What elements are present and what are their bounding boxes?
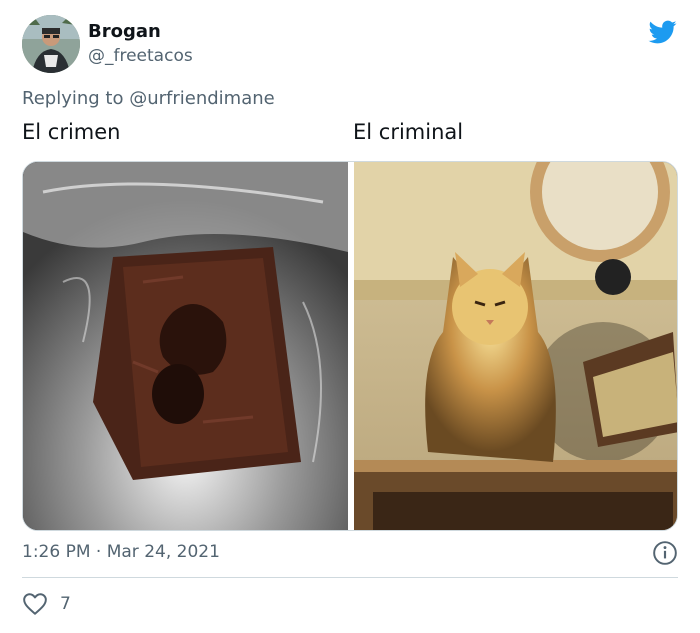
tweet-timestamp[interactable]: 1:26 PM · Mar 24, 2021 (22, 540, 220, 564)
reply-prefix: Replying to (22, 88, 124, 109)
tweet-card: Brogan @_freetacos Replying to @urfriend… (0, 0, 700, 633)
like-count: 7 (60, 594, 71, 614)
info-icon[interactable] (652, 540, 678, 566)
display-name[interactable]: Brogan (88, 21, 161, 43)
media-grid (22, 161, 678, 531)
user-handle[interactable]: @_freetacos (88, 45, 193, 67)
divider (22, 577, 678, 578)
avatar-image (22, 15, 80, 73)
reply-mention-link[interactable]: @urfriendimane (129, 88, 275, 109)
brownie-photo[interactable] (23, 162, 348, 531)
cat-photo[interactable] (354, 162, 678, 531)
right-caption: El criminal (353, 120, 464, 144)
twitter-bird-icon[interactable] (647, 18, 679, 46)
left-caption: El crimen (22, 120, 121, 144)
reply-context: Replying to @urfriendimane (22, 87, 275, 111)
media-svg (23, 162, 678, 531)
avatar[interactable] (22, 15, 80, 73)
heart-outline-icon[interactable] (22, 592, 48, 616)
